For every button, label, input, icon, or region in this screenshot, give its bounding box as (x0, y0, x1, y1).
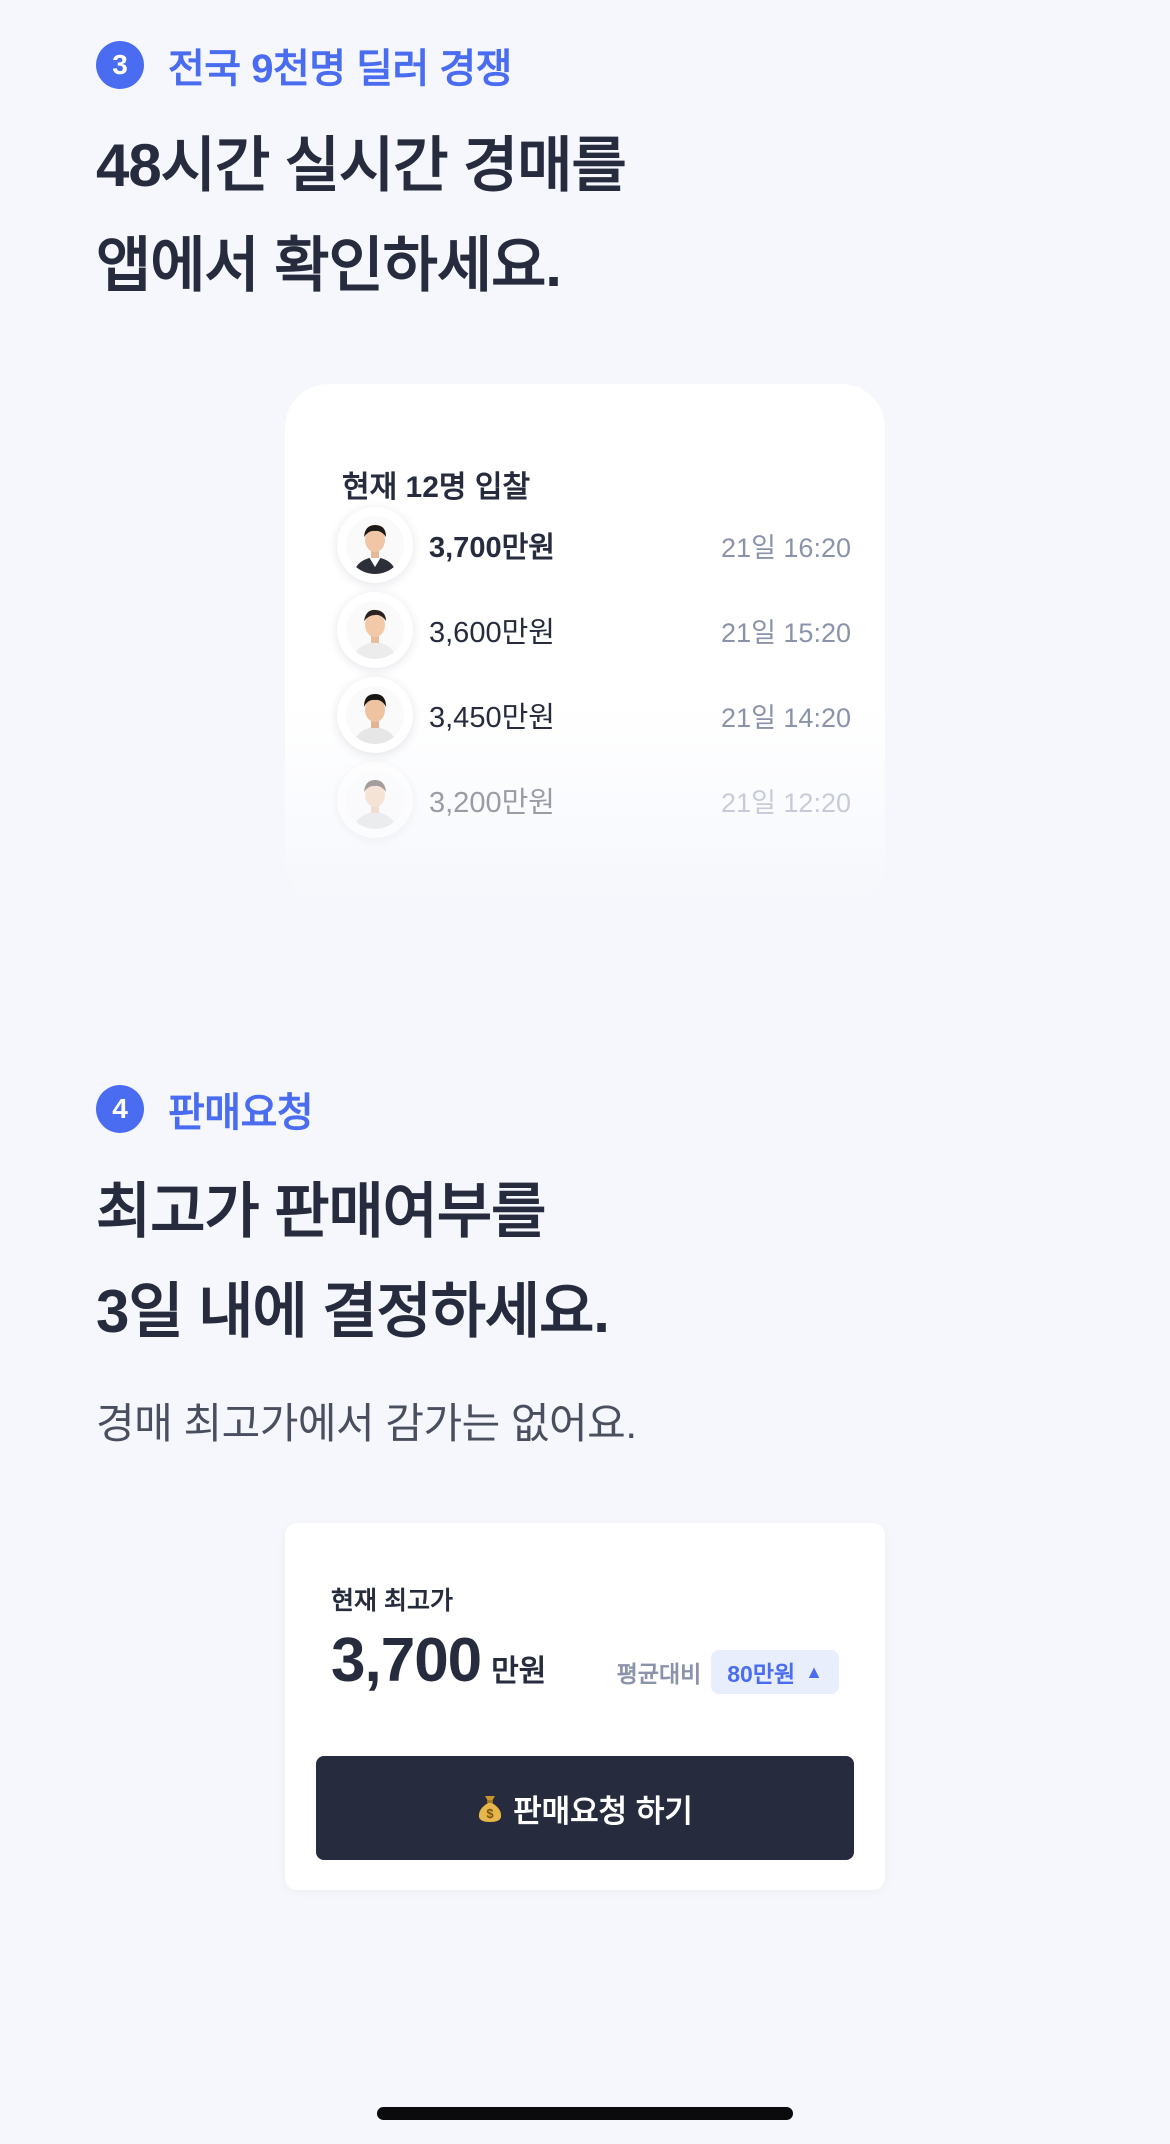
bid-row: 3,450만원 21일 14:20 (337, 673, 857, 757)
top-price-number: 3,700 (331, 1626, 482, 1695)
average-difference-chip: 80만원 ▲ (711, 1650, 839, 1694)
top-price-value: 3,700 만원 (331, 1625, 546, 1696)
step-3-header: 3 전국 9천명 딜러 경쟁 (96, 36, 513, 94)
dealer-avatar (337, 677, 413, 753)
average-comparison-label: 평균대비 (616, 1661, 702, 1687)
dealer-avatar (337, 592, 413, 668)
section-4-headline: 최고가 판매여부를 3일 내에 결정하세요. (96, 1162, 610, 1362)
bid-time: 21일 16:20 (721, 532, 851, 563)
bid-row: 3,700만원 21일 16:20 (337, 503, 857, 587)
dealer-avatar (337, 762, 413, 838)
bid-time: 21일 15:20 (721, 617, 851, 648)
average-difference-value: 80만원 (727, 1661, 796, 1687)
step-label: 전국 9천명 딜러 경쟁 (168, 47, 513, 91)
dealer-avatar (337, 507, 413, 583)
dealer-avatar-icon (346, 601, 404, 659)
bids-count-title: 현재 12명 입찰 (342, 471, 531, 504)
dealer-avatar-icon (346, 686, 404, 744)
dealer-avatar-icon (346, 516, 404, 574)
bids-card: 현재 12명 입찰 3,700만원 21일 16:20 3,600만원 21일 … (285, 384, 885, 904)
step-4-header: 4 판매요청 (96, 1080, 314, 1138)
section-4-description: 경매 최고가에서 감가는 없어요. (96, 1400, 637, 1447)
top-price-label: 현재 최고가 (331, 1587, 453, 1615)
headline-line-1: 48시간 실시간 경매를 (96, 132, 627, 199)
money-bag-icon: $ (477, 1793, 503, 1823)
home-indicator[interactable] (377, 2107, 793, 2120)
sell-request-button[interactable]: $ 판매요청 하기 (316, 1756, 854, 1860)
step-number-badge: 4 (96, 1085, 144, 1133)
bid-amount: 3,450만원 (429, 702, 555, 734)
headline-line-1: 최고가 판매여부를 (96, 1178, 546, 1245)
top-price-unit: 만원 (491, 1655, 547, 1688)
average-comparison: 평균대비 80만원 ▲ (617, 1650, 839, 1694)
bid-amount: 3,700만원 (429, 532, 555, 564)
dealer-avatar-icon (346, 771, 404, 829)
bid-time: 21일 14:20 (721, 702, 851, 733)
bid-row: 3,200만원 21일 12:20 (337, 758, 857, 842)
bid-row: 3,600만원 21일 15:20 (337, 588, 857, 672)
bid-amount: 3,200만원 (429, 787, 555, 819)
section-3-headline: 48시간 실시간 경매를 앱에서 확인하세요. (96, 116, 627, 316)
bid-time: 21일 12:20 (721, 787, 851, 818)
headline-line-2: 3일 내에 결정하세요. (96, 1278, 610, 1345)
triangle-up-icon: ▲ (805, 1661, 823, 1682)
top-price-card: 현재 최고가 3,700 만원 평균대비 80만원 ▲ $ 판매요청 하기 (285, 1523, 885, 1890)
svg-text:$: $ (487, 1806, 495, 1821)
step-number-badge: 3 (96, 41, 144, 89)
step-label: 판매요청 (168, 1091, 314, 1135)
page: 3 전국 9천명 딜러 경쟁 48시간 실시간 경매를 앱에서 확인하세요. 현… (0, 0, 1170, 2144)
headline-line-2: 앱에서 확인하세요. (96, 232, 562, 299)
sell-request-button-label: 판매요청 하기 (513, 1793, 693, 1829)
bid-amount: 3,600만원 (429, 617, 555, 649)
